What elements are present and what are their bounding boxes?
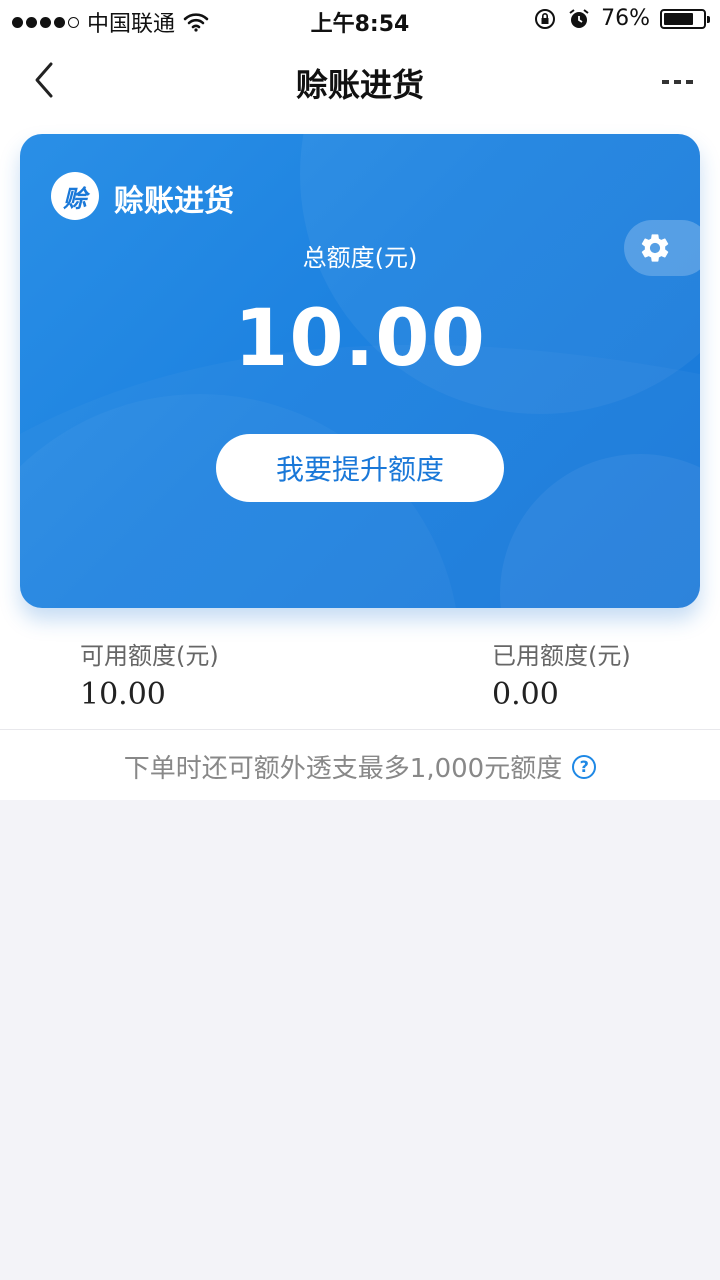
total-limit-label: 总额度(元) <box>302 244 418 272</box>
brand-logo: 赊 <box>51 172 99 220</box>
available-limit: 可用额度(元) 10.00 <box>80 636 219 712</box>
page: 中国联通 上午8:54 76% 赊账进货 赊 赊账进货 总额度(元) 10.00… <box>0 0 720 1280</box>
card-brand-title: 赊账进货 <box>114 184 234 219</box>
page-title: 赊账进货 <box>295 66 424 104</box>
divider <box>0 729 720 730</box>
used-limit-label: 已用额度(元) <box>492 642 631 670</box>
battery-percent: 76% <box>601 6 650 31</box>
status-bar: 中国联通 上午8:54 76% <box>0 0 720 40</box>
available-limit-value: 10.00 <box>80 677 166 712</box>
orientation-lock-icon <box>535 8 556 29</box>
alarm-icon <box>569 8 589 28</box>
overdraft-note: 下单时还可额外透支最多1,000元额度 ? <box>0 748 720 785</box>
signal-icon <box>12 16 79 28</box>
overdraft-text: 下单时还可额外透支最多1,000元额度 <box>123 754 563 784</box>
carrier-label: 中国联通 <box>87 12 176 37</box>
battery-level <box>664 12 693 25</box>
more-icon <box>662 80 693 84</box>
used-limit: 已用额度(元) 0.00 <box>492 636 631 712</box>
battery-icon <box>660 8 710 29</box>
brand-logo-text: 赊 <box>63 183 87 213</box>
wifi-icon <box>183 13 209 32</box>
nav-bar: 赊账进货 <box>0 40 720 126</box>
help-circle-icon[interactable]: ? <box>572 754 597 779</box>
back-button[interactable] <box>22 58 66 102</box>
total-limit-value: 10.00 <box>234 294 486 384</box>
available-limit-label: 可用额度(元) <box>80 642 219 670</box>
credit-card: 赊 赊账进货 总额度(元) 10.00 我要提升额度 <box>20 134 700 608</box>
status-right: 76% <box>533 6 710 31</box>
content-area: 赊 赊账进货 总额度(元) 10.00 我要提升额度 可用额度(元) 10.00… <box>0 126 720 800</box>
raise-limit-button[interactable]: 我要提升额度 <box>216 434 504 502</box>
chevron-left-icon <box>35 62 53 98</box>
more-button[interactable] <box>654 62 702 102</box>
used-limit-value: 0.00 <box>492 677 559 712</box>
status-left: 中国联通 <box>12 6 209 38</box>
